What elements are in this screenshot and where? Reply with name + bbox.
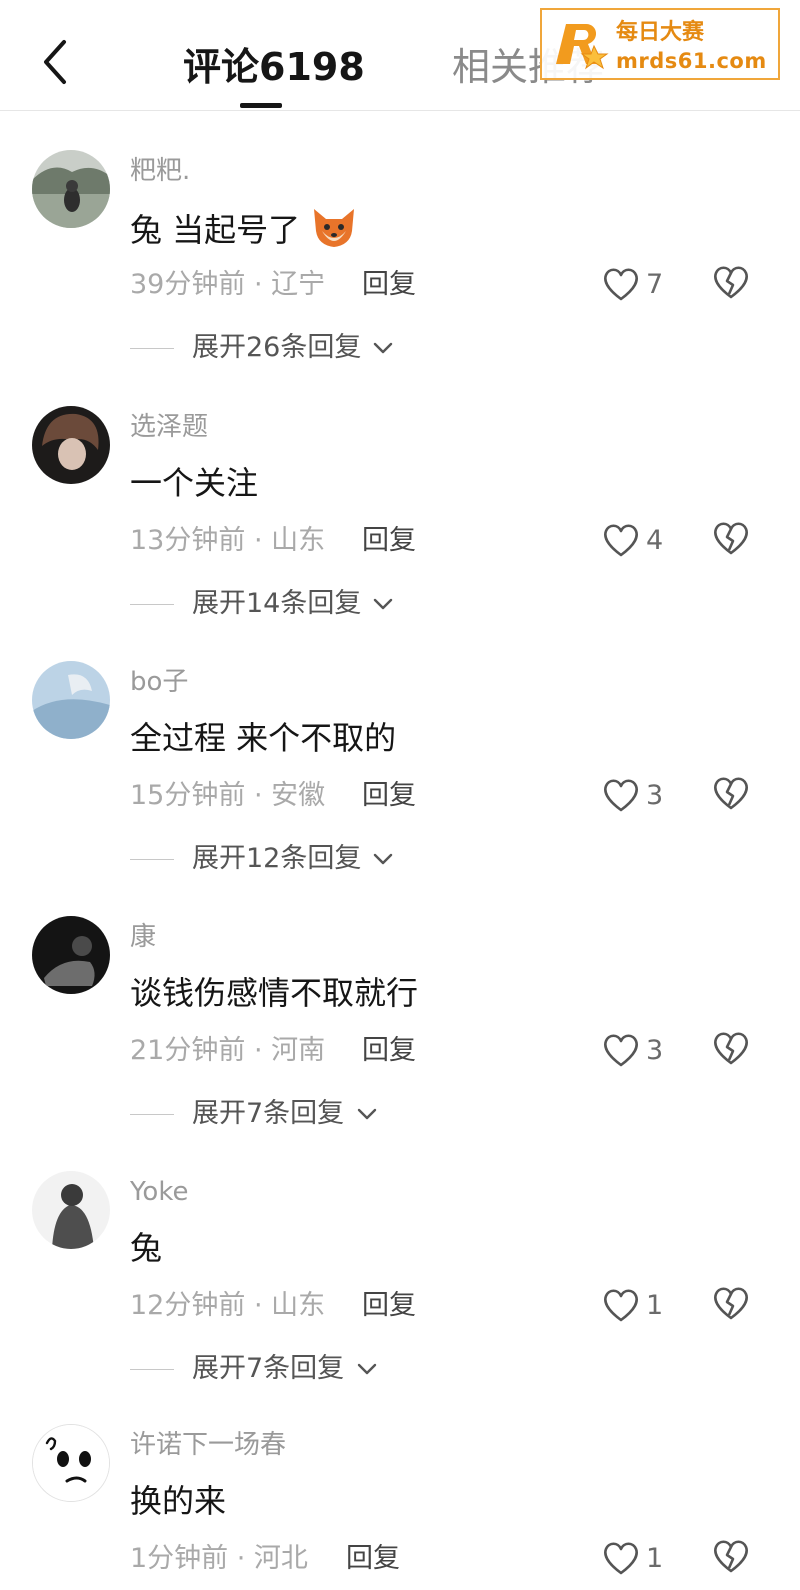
reply-button[interactable]: 回复 — [362, 1032, 416, 1070]
comment-text: 兔 — [130, 1229, 163, 1267]
watermark-badge: 每日大赛 mrds61.com — [540, 8, 780, 80]
divider-line — [130, 1114, 174, 1115]
comment-text: 换的来 — [130, 1482, 227, 1520]
like-count: 4 — [646, 525, 664, 556]
chevron-down-icon — [373, 342, 393, 354]
comment-time-location: 12分钟前 · 山东 — [130, 1290, 326, 1321]
comment-item: 选泽题 一个关注 13分钟前 · 山东 回复 4 展开14条回复 — [0, 406, 800, 661]
comment-username[interactable]: bo子 — [130, 665, 188, 699]
expand-replies-label: 展开12条回复 — [192, 843, 362, 874]
comment-text-body: 兔 当起号了 — [130, 211, 301, 249]
broken-heart-icon — [714, 522, 748, 555]
active-tab-indicator — [240, 103, 282, 108]
avatar[interactable] — [32, 150, 110, 228]
fox-emoji-icon — [314, 209, 355, 247]
avatar[interactable] — [32, 1171, 110, 1249]
dislike-button[interactable] — [712, 264, 750, 302]
comment-item: 粑粑. 兔 当起号了 39分钟前 · 辽宁 回复 7 展开26条回复 — [0, 150, 800, 405]
comment-text: 全过程 来个不取的 — [130, 719, 397, 757]
heart-icon — [604, 1034, 638, 1067]
back-button[interactable] — [36, 36, 76, 88]
dislike-button[interactable] — [712, 1538, 750, 1576]
comment-text: 谈钱伤感情不取就行 — [130, 974, 419, 1012]
comment-item: bo子 全过程 来个不取的 15分钟前 · 安徽 回复 3 展开12条回复 — [0, 661, 800, 916]
chevron-left-icon — [44, 40, 66, 84]
like-count: 3 — [646, 1035, 664, 1066]
comment-time-location: 13分钟前 · 山东 — [130, 525, 326, 556]
chevron-down-icon — [373, 853, 393, 865]
expand-replies-label: 展开7条回复 — [192, 1353, 345, 1384]
divider-line — [130, 1369, 174, 1370]
broken-heart-icon — [714, 1540, 748, 1573]
watermark-logo-icon — [556, 24, 609, 70]
dislike-button[interactable] — [712, 1030, 750, 1068]
heart-icon — [604, 1289, 638, 1322]
reply-button[interactable]: 回复 — [362, 1287, 416, 1325]
reply-button[interactable]: 回复 — [362, 266, 416, 304]
dislike-button[interactable] — [712, 1285, 750, 1323]
reply-button[interactable]: 回复 — [362, 522, 416, 560]
like-count: 3 — [646, 780, 664, 811]
chevron-down-icon — [373, 598, 393, 610]
avatar[interactable] — [32, 661, 110, 739]
comment-username[interactable]: Yoke — [130, 1175, 188, 1209]
broken-heart-icon — [714, 1032, 748, 1065]
comment-time-location: 1分钟前 · 河北 — [130, 1543, 308, 1574]
comment-text: 兔 当起号了 — [130, 205, 358, 252]
broken-heart-icon — [714, 266, 748, 299]
comment-username[interactable]: 许诺下一场春 — [130, 1428, 286, 1462]
like-count: 1 — [646, 1543, 664, 1574]
dislike-button[interactable] — [712, 775, 750, 813]
chevron-down-icon — [357, 1108, 377, 1120]
avatar[interactable] — [32, 1424, 110, 1502]
watermark-title: 每日大赛 — [616, 20, 705, 45]
heart-icon — [604, 524, 638, 557]
divider-line — [130, 604, 174, 605]
divider-line — [130, 859, 174, 860]
comment-username[interactable]: 粑粑. — [130, 154, 190, 188]
watermark-url: mrds61.com — [616, 49, 767, 73]
dislike-button[interactable] — [712, 520, 750, 558]
expand-replies-label: 展开14条回复 — [192, 588, 362, 619]
comment-username[interactable]: 康 — [130, 920, 156, 954]
heart-icon — [604, 268, 638, 301]
reply-button[interactable]: 回复 — [362, 777, 416, 815]
broken-heart-icon — [714, 1287, 748, 1320]
reply-button[interactable]: 回复 — [346, 1540, 400, 1578]
comment-username[interactable]: 选泽题 — [130, 410, 208, 444]
avatar[interactable] — [32, 916, 110, 994]
heart-icon — [604, 779, 638, 812]
tab-comments[interactable]: 评论6198 — [183, 42, 365, 92]
comment-time-location: 39分钟前 · 辽宁 — [130, 269, 326, 300]
divider-line — [130, 348, 174, 349]
comment-time-location: 15分钟前 · 安徽 — [130, 780, 326, 811]
expand-replies-label: 展开7条回复 — [192, 1098, 345, 1129]
broken-heart-icon — [714, 777, 748, 810]
comment-item: 许诺下一场春 换的来 1分钟前 · 河北 回复 1 — [0, 1424, 800, 1590]
heart-icon — [604, 1542, 638, 1575]
comment-time-location: 21分钟前 · 河南 — [130, 1035, 326, 1066]
chevron-down-icon — [357, 1363, 377, 1375]
comment-item: Yoke 兔 12分钟前 · 山东 回复 1 展开7条回复 — [0, 1171, 800, 1426]
comment-text: 一个关注 — [130, 464, 259, 502]
comment-item: 康 谈钱伤感情不取就行 21分钟前 · 河南 回复 3 展开7条回复 — [0, 916, 800, 1171]
expand-replies-label: 展开26条回复 — [192, 332, 362, 363]
avatar[interactable] — [32, 406, 110, 484]
like-count: 7 — [646, 269, 664, 300]
like-count: 1 — [646, 1290, 664, 1321]
